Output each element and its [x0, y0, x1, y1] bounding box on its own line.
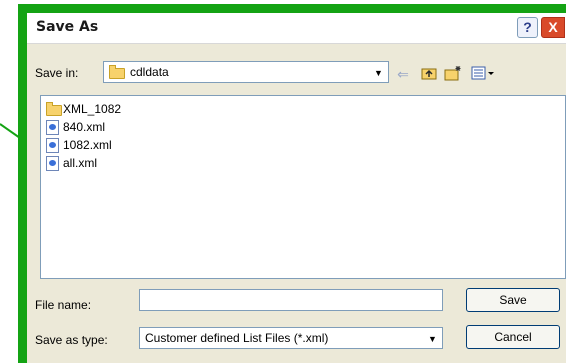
up-folder-icon[interactable] [419, 65, 439, 83]
chevron-down-icon[interactable]: ▼ [370, 63, 387, 81]
save-in-combo[interactable]: cdldata ▼ [103, 61, 389, 83]
file-name: 1082.xml [63, 138, 112, 152]
file-name-field[interactable] [139, 289, 443, 311]
new-folder-icon[interactable] [443, 65, 463, 83]
save-button[interactable]: Save [466, 288, 560, 312]
save-as-type-combo[interactable]: Customer defined List Files (*.xml) ▼ [139, 327, 443, 349]
dialog-title: Save As [36, 19, 99, 35]
file-list[interactable]: XML_1082 840.xml 1082.xml all.xml [40, 95, 566, 279]
cancel-button[interactable]: Cancel [466, 325, 560, 349]
xml-file-icon [46, 138, 59, 153]
title-bar[interactable]: Save As ? X [27, 13, 566, 44]
save-in-value: cdldata [130, 65, 169, 79]
chevron-down-icon[interactable]: ▼ [424, 329, 441, 347]
xml-file-icon [46, 120, 59, 135]
back-arrow-icon[interactable]: ⇐ [393, 65, 413, 83]
file-name: 840.xml [63, 120, 106, 134]
help-button[interactable]: ? [517, 17, 538, 38]
file-name-label: File name: [35, 298, 92, 312]
folder-icon [109, 65, 125, 79]
save-as-type-value: Customer defined List Files (*.xml) [145, 331, 329, 345]
save-as-type-label: Save as type: [35, 333, 108, 347]
folder-icon [46, 102, 62, 116]
save-in-label: Save in: [35, 66, 79, 80]
file-name: XML_1082 [63, 102, 122, 116]
file-name: all.xml [63, 156, 98, 170]
close-button[interactable]: X [541, 17, 565, 38]
view-menu-icon[interactable] [470, 65, 498, 83]
xml-file-icon [46, 156, 59, 171]
save-as-dialog: Save As ? X Save in: cdldata ▼ ⇐ XML_108… [27, 13, 566, 363]
